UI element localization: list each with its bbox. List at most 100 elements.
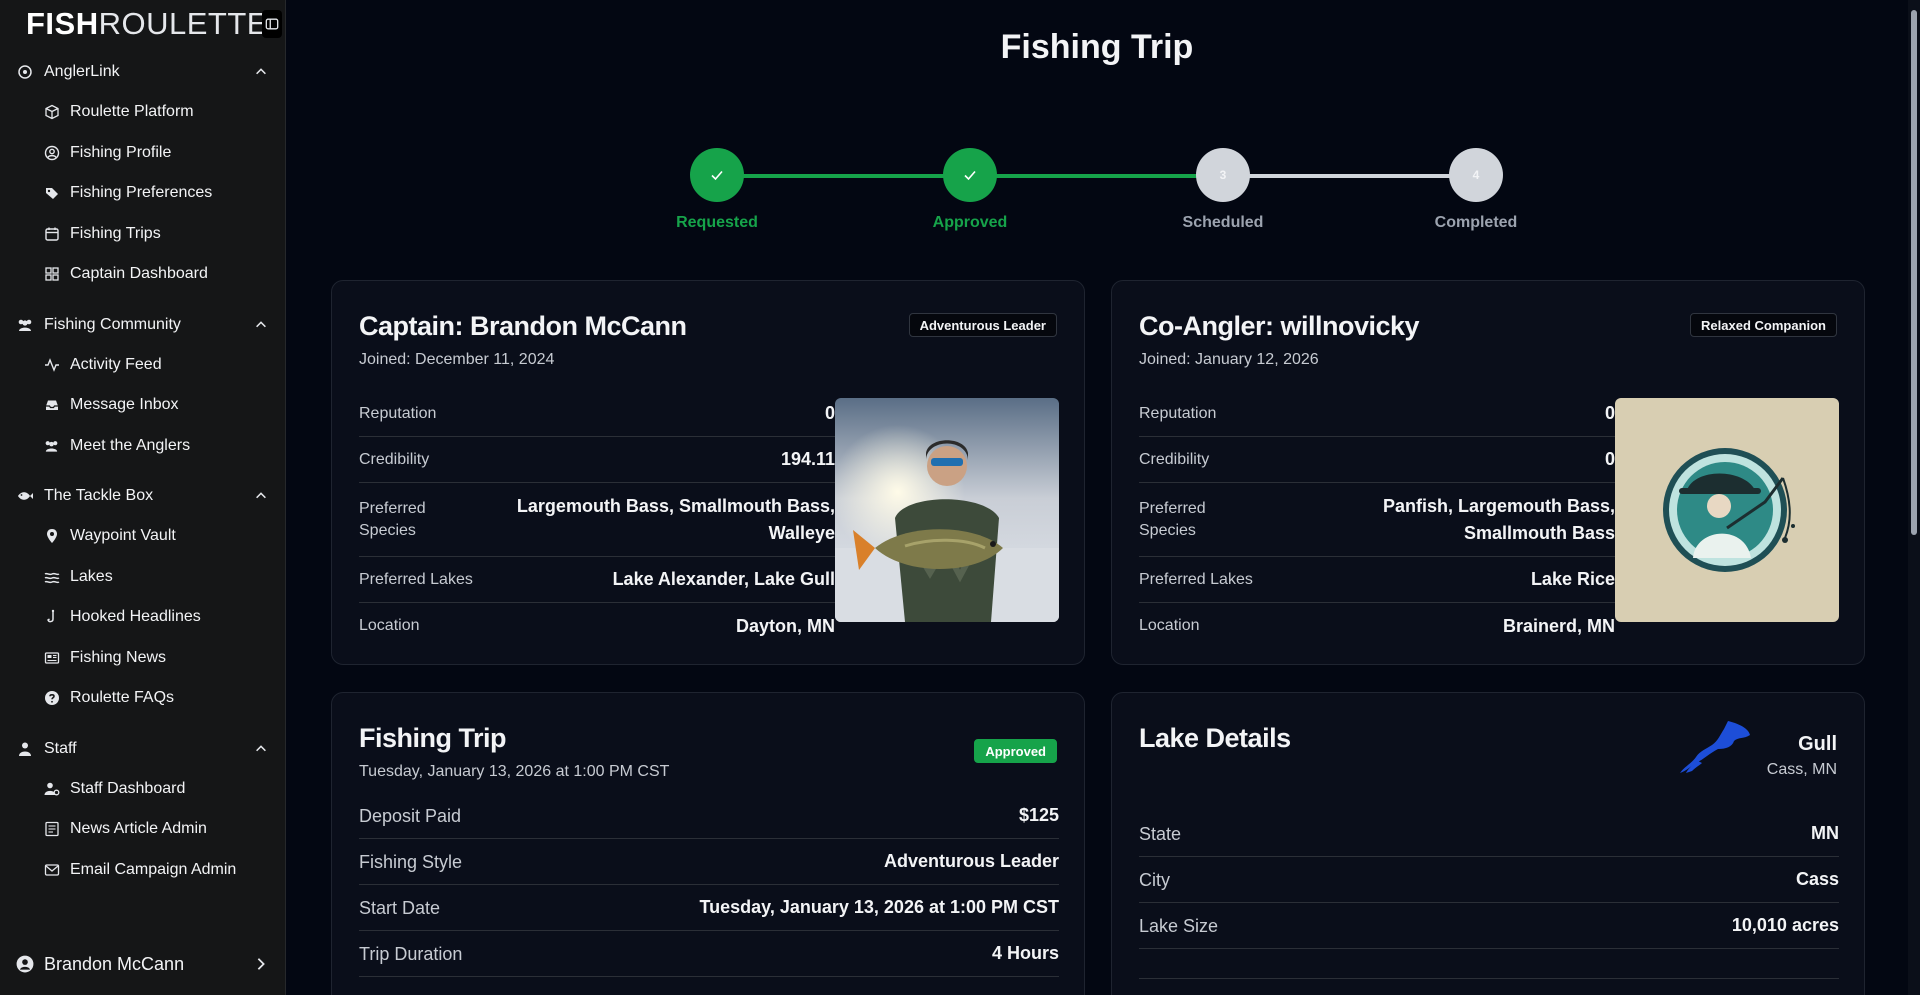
sidebar-item-message-inbox[interactable]: Message Inbox bbox=[0, 385, 286, 426]
coangler-stats: Reputation 0 Credibility 0 Preferred Speci… bbox=[1139, 391, 1615, 649]
sidebar-toggle-button[interactable] bbox=[262, 10, 282, 38]
sidebar-item-roulette-platform[interactable]: Roulette Platform bbox=[0, 92, 286, 133]
check-icon bbox=[690, 148, 744, 202]
nav-group-header-staff[interactable]: Staff bbox=[0, 729, 286, 769]
coangler-style-badge: Relaxed Companion bbox=[1690, 313, 1837, 337]
captain-title: Captain: Brandon McCann bbox=[359, 311, 687, 341]
step-number: 3 bbox=[1196, 148, 1250, 202]
sidebar-item-activity-feed[interactable]: Activity Feed bbox=[0, 345, 286, 386]
page-title: Fishing Trip bbox=[1000, 28, 1194, 66]
stat-label: Credibility bbox=[359, 450, 430, 468]
users-icon bbox=[16, 316, 34, 334]
step-label: Requested bbox=[676, 214, 758, 231]
detail-row bbox=[1139, 949, 1839, 979]
sidebar-item-label: Lakes bbox=[70, 567, 113, 585]
brand-bold: FISH bbox=[26, 6, 99, 41]
fish-icon bbox=[16, 487, 34, 505]
coangler-joined-date: Joined: January 12, 2026 bbox=[1139, 351, 1319, 368]
stat-label: Preferred Species bbox=[1139, 499, 1206, 539]
step-number: 4 bbox=[1449, 148, 1503, 202]
lake-shape-icon bbox=[1680, 721, 1750, 773]
stat-row: Preferred Species Largemouth Bass, Smallm… bbox=[359, 483, 835, 557]
chevron-up-icon bbox=[256, 320, 266, 327]
stat-value: Largemouth Bass, Smallmouth Bass, Walley… bbox=[516, 495, 835, 543]
coangler-avatar bbox=[1615, 398, 1839, 622]
nav-group-fishing-community: Fishing Community Activity Feed Message … bbox=[0, 305, 286, 467]
detail-row: Start Date Tuesday, January 13, 2026 at 1… bbox=[359, 885, 1059, 931]
brand-logo[interactable]: FISH ROULETTE bbox=[26, 6, 268, 42]
sidebar-item-staff-dashboard[interactable]: Staff Dashboard bbox=[0, 769, 286, 810]
stat-label: Location bbox=[359, 617, 420, 634]
detail-value: 4 Hours bbox=[991, 943, 1059, 963]
stat-value: Dayton, MN bbox=[736, 615, 835, 636]
lake-card: Lake Details Gull Cass, MN State MN City C… bbox=[1111, 692, 1865, 995]
sidebar-item-news-article-admin[interactable]: News Article Admin bbox=[0, 809, 286, 850]
step-requested: Requested bbox=[637, 148, 797, 232]
sidebar-item-roulette-faqs[interactable]: Roulette FAQs bbox=[0, 678, 286, 719]
stat-row: Location Dayton, MN bbox=[359, 603, 835, 649]
user-gear-icon bbox=[43, 780, 60, 797]
sidebar-item-meet-the-anglers[interactable]: Meet the Anglers bbox=[0, 426, 286, 467]
lake-title: Lake Details bbox=[1139, 723, 1291, 753]
step-scheduled: 3 Scheduled bbox=[1143, 148, 1303, 232]
sidebar-nav: AnglerLink Roulette Platform Fishing Pro… bbox=[0, 52, 286, 900]
captain-card: Captain: Brandon McCann Adventurous Lead… bbox=[331, 280, 1085, 665]
chevron-up-icon bbox=[256, 68, 266, 75]
stat-label: Preferred Species bbox=[359, 499, 426, 539]
question-icon bbox=[43, 690, 60, 707]
stat-value: Lake Alexander, Lake Gull bbox=[612, 569, 835, 589]
sidebar-item-label: Meet the Anglers bbox=[70, 436, 191, 454]
nav-group-header-anglerlink[interactable]: AnglerLink bbox=[0, 52, 286, 92]
chevron-right-icon bbox=[257, 958, 265, 970]
chevron-up-icon bbox=[256, 744, 266, 751]
sidebar-item-lakes[interactable]: Lakes bbox=[0, 557, 286, 598]
activity-icon bbox=[43, 356, 60, 373]
sidebar-item-email-campaign-admin[interactable]: Email Campaign Admin bbox=[0, 850, 286, 891]
stat-row: Credibility 0 bbox=[1139, 437, 1615, 483]
sidebar-item-label: Fishing Profile bbox=[70, 143, 172, 161]
sidebar-item-captain-dashboard[interactable]: Captain Dashboard bbox=[0, 254, 286, 295]
detail-value: Tuesday, January 13, 2026 at 1:00 PM CST bbox=[699, 897, 1060, 917]
check-icon bbox=[943, 148, 997, 202]
sidebar-item-label: Staff Dashboard bbox=[70, 779, 186, 797]
sidebar-toggle-icon bbox=[265, 18, 279, 30]
map-pin-icon bbox=[43, 528, 60, 545]
stat-row: Preferred Species Panfish, Largemouth Bas… bbox=[1139, 483, 1615, 557]
stat-label: Credibility bbox=[1139, 450, 1210, 468]
sidebar-item-fishing-preferences[interactable]: Fishing Preferences bbox=[0, 173, 286, 214]
sidebar-item-hooked-headlines[interactable]: Hooked Headlines bbox=[0, 597, 286, 638]
scrollbar-thumb[interactable] bbox=[1911, 10, 1917, 535]
detail-label: City bbox=[1139, 869, 1170, 890]
sidebar-item-fishing-news[interactable]: Fishing News bbox=[0, 638, 286, 679]
stat-row: Reputation 0 bbox=[359, 391, 835, 437]
article-icon bbox=[43, 821, 60, 838]
detail-row: Trip Duration 4 Hours bbox=[359, 931, 1059, 977]
detail-row: Lake Size 10,010 acres bbox=[1139, 903, 1839, 949]
step-label: Approved bbox=[932, 214, 1008, 231]
coangler-title: Co-Angler: willnovicky bbox=[1139, 311, 1420, 341]
nav-group-label: Fishing Community bbox=[44, 315, 181, 333]
main-content: Fishing Trip Requested Approved 3 Schedu… bbox=[286, 0, 1908, 995]
group-icon bbox=[43, 437, 60, 454]
page-scrollbar[interactable] bbox=[1908, 0, 1920, 995]
nav-group-header-tackle-box[interactable]: The Tackle Box bbox=[0, 476, 286, 516]
nav-group-staff: Staff Staff Dashboard News Article Admin… bbox=[0, 729, 286, 891]
stat-value: Panfish, Largemouth Bass, Smallmouth Bas… bbox=[1382, 495, 1615, 543]
sidebar-item-waypoint-vault[interactable]: Waypoint Vault bbox=[0, 516, 286, 557]
sidebar-item-label: Captain Dashboard bbox=[70, 265, 208, 283]
sidebar-item-fishing-trips[interactable]: Fishing Trips bbox=[0, 214, 286, 255]
stat-label: Preferred Lakes bbox=[359, 570, 473, 588]
nav-group-header-fishing-community[interactable]: Fishing Community bbox=[0, 305, 286, 345]
user-name: Brandon McCann bbox=[44, 953, 185, 974]
cube-icon bbox=[43, 104, 60, 121]
nav-group-label: The Tackle Box bbox=[44, 487, 154, 504]
detail-value: $125 bbox=[1018, 805, 1059, 825]
nav-group-label: AnglerLink bbox=[44, 63, 120, 80]
sidebar-item-fishing-profile[interactable]: Fishing Profile bbox=[0, 133, 286, 174]
stat-row: Preferred Lakes Lake Alexander, Lake Gull bbox=[359, 557, 835, 603]
detail-label: State bbox=[1139, 823, 1182, 844]
user-menu[interactable]: Brandon McCann bbox=[0, 944, 286, 984]
network-icon bbox=[16, 63, 34, 81]
detail-label: Start Date bbox=[359, 897, 441, 918]
detail-row: Deposit Paid $125 bbox=[359, 793, 1059, 839]
